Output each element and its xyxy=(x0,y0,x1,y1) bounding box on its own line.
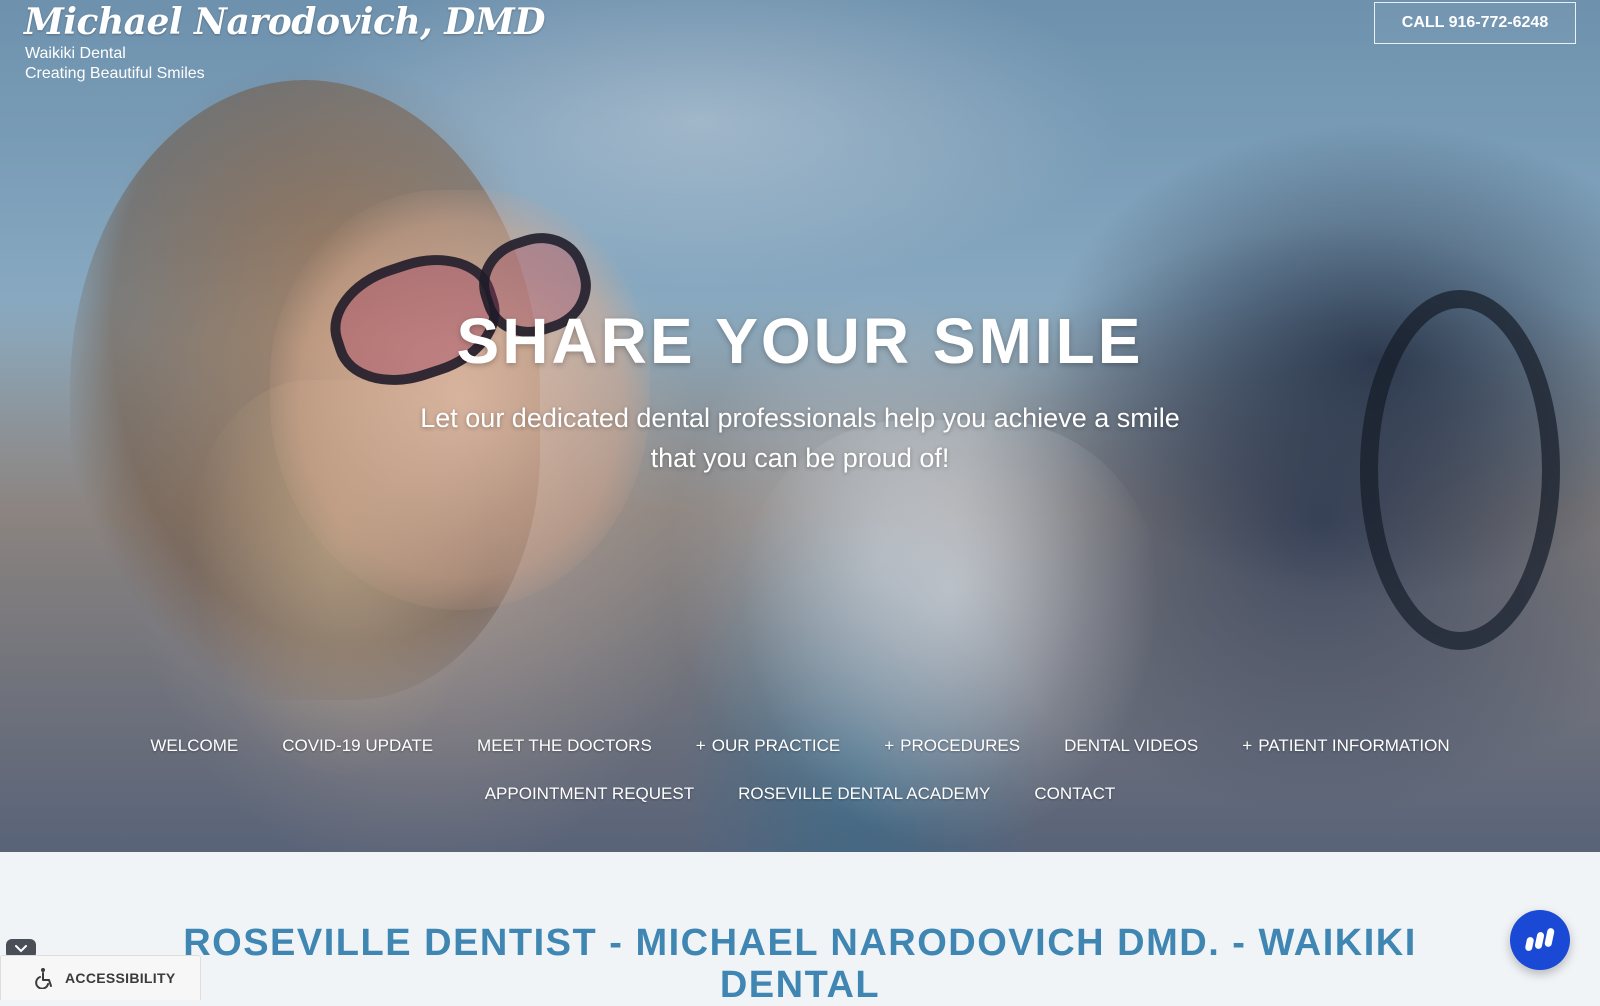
page-heading: ROSEVILLE DENTIST - MICHAEL NARODOVICH D… xyxy=(183,922,1417,1006)
chat-button[interactable] xyxy=(1510,910,1570,970)
nav-item-procedures[interactable]: + PROCEDURES xyxy=(862,730,1042,762)
hero-title: SHARE YOUR SMILE xyxy=(456,305,1144,377)
nav-item-patient-information[interactable]: + PATIENT INFORMATION xyxy=(1220,730,1471,762)
hero-photo-hat xyxy=(70,80,540,700)
main-nav: WELCOME COVID-19 UPDATE MEET THE DOCTORS… xyxy=(0,730,1600,810)
accessibility-label: ACCESSIBILITY xyxy=(65,970,176,986)
nav-label: APPOINTMENT REQUEST xyxy=(484,784,695,803)
nav-item-meet-the-doctors[interactable]: MEET THE DOCTORS xyxy=(455,730,674,762)
nav-item-roseville-dental-academy[interactable]: ROSEVILLE DENTAL ACADEMY xyxy=(716,778,1012,810)
nav-item-our-practice[interactable]: + OUR PRACTICE xyxy=(674,730,862,762)
brand-name: Michael Narodovich, DMD xyxy=(24,1,546,43)
nav-label: COVID-19 UPDATE xyxy=(282,736,434,755)
call-button[interactable]: CALL 916-772-6248 xyxy=(1374,2,1576,44)
nav-item-covid-update[interactable]: COVID-19 UPDATE xyxy=(260,730,455,762)
site-brand[interactable]: Michael Narodovich, DMD Waikiki Dental C… xyxy=(24,0,546,84)
nav-label: ROSEVILLE DENTAL ACADEMY xyxy=(738,784,991,803)
chevron-down-icon xyxy=(15,945,27,953)
chat-bars-icon xyxy=(1525,928,1555,951)
brand-tagline: Creating Beautiful Smiles xyxy=(25,65,205,82)
hero-subtitle: Let our dedicated dental professionals h… xyxy=(420,403,1180,473)
nav-label: MEET THE DOCTORS xyxy=(477,736,652,755)
nav-item-welcome[interactable]: WELCOME xyxy=(128,730,260,762)
brand-practice-name: Waikiki Dental xyxy=(25,45,126,62)
nav-label: PATIENT INFORMATION xyxy=(1258,736,1450,755)
wheelchair-icon xyxy=(35,968,52,989)
plus-icon: + xyxy=(884,736,895,755)
plus-icon: + xyxy=(695,736,706,755)
nav-label: DENTAL VIDEOS xyxy=(1064,736,1199,755)
nav-item-appointment-request[interactable]: APPOINTMENT REQUEST xyxy=(463,778,716,810)
nav-item-dental-videos[interactable]: DENTAL VIDEOS xyxy=(1042,730,1220,762)
nav-item-contact[interactable]: CONTACT xyxy=(1012,778,1137,810)
nav-label: CONTACT xyxy=(1034,784,1116,803)
plus-icon: + xyxy=(1242,736,1253,755)
nav-label: WELCOME xyxy=(150,736,239,755)
nav-label: OUR PRACTICE xyxy=(711,736,841,755)
nav-label: PROCEDURES xyxy=(900,736,1021,755)
accessibility-button[interactable]: ACCESSIBILITY xyxy=(0,955,201,1000)
